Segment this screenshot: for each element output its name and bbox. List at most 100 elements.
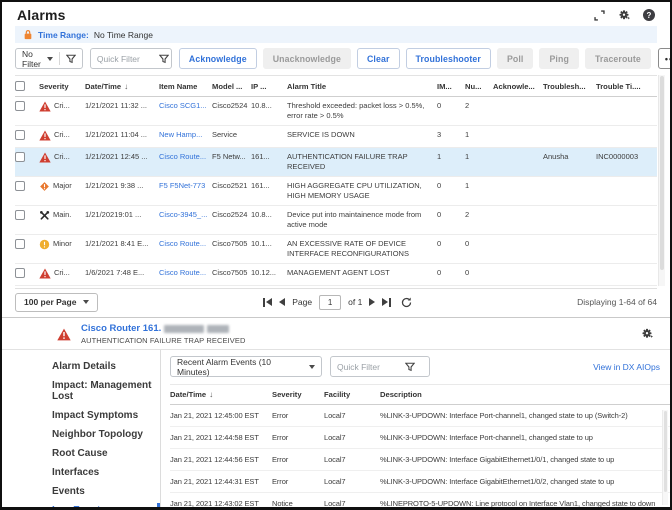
column-header-date-time[interactable]: Date/Time↓ [85, 76, 159, 96]
column-header-im---[interactable]: IM... [437, 76, 465, 96]
item-name-link[interactable]: Cisco Route... [159, 235, 212, 263]
page-number-input[interactable] [319, 295, 341, 310]
log-datetime: Jan 21, 2021 12:44:31 EST [170, 471, 272, 492]
model-class: Cisco2521 [212, 177, 251, 205]
more-actions-button[interactable]: ••• [658, 48, 672, 69]
impact-count: 3 [437, 126, 465, 147]
severity-icon [39, 101, 51, 112]
sort-descending-icon: ↓ [124, 82, 128, 91]
last-page-button[interactable] [382, 298, 391, 307]
filter-dropdown[interactable]: No Filter [15, 48, 83, 69]
column-header-severity[interactable]: Severity [39, 76, 85, 96]
alarm-title: SERVICE IS DOWN [287, 126, 437, 147]
title-bar: Alarms ? [2, 2, 670, 25]
table-row[interactable]: Major 1/21/2021 9:38 ... F5 F5Net-773 Ci… [15, 177, 657, 206]
first-page-button[interactable] [263, 298, 272, 307]
sidebar-item-neighbor-topology[interactable]: Neighbor Topology [18, 425, 160, 444]
number-count: 0 [465, 235, 493, 263]
model-class: Cisco2524 [212, 206, 251, 234]
row-checkbox[interactable] [15, 239, 25, 249]
sidebar-item-log-events[interactable]: Log Events [18, 501, 160, 510]
row-checkbox[interactable] [15, 130, 25, 140]
trouble-ticket-id [596, 126, 651, 147]
item-name-link[interactable]: Cisco SCG1... [159, 97, 212, 125]
impact-count: 0 [437, 264, 465, 285]
row-checkbox[interactable] [15, 152, 25, 162]
log-quick-filter-input[interactable] [337, 362, 401, 372]
detail-alarm-title: AUTHENTICATION FAILURE TRAP RECEIVED [81, 336, 245, 345]
acknowledge-button[interactable]: Acknowledge [179, 48, 257, 69]
item-name-link[interactable]: Cisco Route... [159, 264, 212, 285]
previous-page-button[interactable] [279, 298, 285, 306]
detail-device-link[interactable]: Cisco Router 161. [81, 323, 245, 334]
impact-count: 0 [437, 177, 465, 205]
detach-icon[interactable] [592, 8, 606, 22]
row-checkbox[interactable] [15, 181, 25, 191]
severity-icon [39, 268, 51, 279]
log-column-header-date-time[interactable]: Date/Time↓ [170, 385, 272, 404]
alarm-table: SeverityDate/Time↓Item NameModel ...IP .… [15, 75, 657, 286]
column-header-select[interactable] [15, 76, 39, 96]
column-header-troublesh---[interactable]: Troublesh... [543, 76, 596, 96]
troubleshooter-button[interactable]: Troubleshooter [406, 48, 491, 69]
log-column-header-description[interactable]: Description [380, 385, 670, 404]
column-header-model----[interactable]: Model ... [212, 76, 251, 96]
alarm-title: AUTHENTICATION FAILURE TRAP RECEIVED [287, 148, 437, 176]
column-header-trouble-ti----[interactable]: Trouble Ti.... [596, 76, 651, 96]
chevron-down-icon [83, 300, 89, 304]
sidebar-item-interfaces[interactable]: Interfaces [18, 463, 160, 482]
number-count: 1 [465, 148, 493, 176]
filter-funnel-icon [159, 54, 169, 64]
chevron-down-icon [309, 365, 315, 369]
refresh-icon[interactable] [401, 297, 412, 308]
log-vertical-scrollbar[interactable] [662, 410, 668, 505]
severity-icon [39, 181, 50, 192]
item-name-link[interactable]: Cisco Route... [159, 148, 212, 176]
row-checkbox[interactable] [15, 210, 25, 220]
log-column-header-severity[interactable]: Severity [272, 385, 324, 404]
next-page-button[interactable] [369, 298, 375, 306]
manage-filters-icon[interactable] [66, 54, 76, 64]
log-facility: Local7 [324, 405, 380, 426]
acknowledged-by [493, 177, 543, 205]
troubleshooter-name [543, 126, 596, 147]
table-row[interactable]: Cri... 1/6/2021 7:48 E... Cisco Route...… [15, 264, 657, 286]
time-range-label[interactable]: Time Range: [38, 30, 89, 40]
row-checkbox[interactable] [15, 101, 25, 111]
log-column-header-facility[interactable]: Facility [324, 385, 380, 404]
model-class: F5 Netw... [212, 148, 251, 176]
events-range-dropdown[interactable]: Recent Alarm Events (10 Minutes) [170, 356, 322, 377]
row-checkbox[interactable] [15, 268, 25, 278]
item-name-link[interactable]: Cisco-3945_... [159, 206, 212, 234]
ip-address [251, 126, 287, 147]
column-header-nu---[interactable]: Nu... [465, 76, 493, 96]
settings-gear-icon[interactable] [617, 8, 631, 22]
help-icon[interactable]: ? [642, 8, 656, 22]
poll-button: Poll [497, 48, 534, 69]
rows-per-page-dropdown[interactable]: 100 per Page [15, 293, 98, 312]
sidebar-item-alarm-details[interactable]: Alarm Details [18, 357, 160, 376]
table-row[interactable]: Main. 1/21/20219:01 ... Cisco-3945_... C… [15, 206, 657, 235]
table-row[interactable]: Cri... 1/21/2021 11:04 ... New Hamp... S… [15, 126, 657, 148]
table-row[interactable]: Cri... 1/21/2021 11:32 ... Cisco SCG1...… [15, 97, 657, 126]
sidebar-item-events[interactable]: Events [18, 482, 160, 501]
quick-filter-input[interactable] [97, 54, 155, 64]
column-header-acknowle---[interactable]: Acknowle... [493, 76, 543, 96]
detail-settings-gear-icon[interactable] [640, 327, 654, 341]
displaying-count: Displaying 1-64 of 64 [577, 297, 657, 307]
column-header-item-name[interactable]: Item Name [159, 76, 212, 96]
sidebar-item-impact--management-lost[interactable]: Impact: Management Lost [18, 376, 160, 406]
column-header-ip----[interactable]: IP ... [251, 76, 287, 96]
column-header-alarm-title[interactable]: Alarm Title [287, 76, 437, 96]
vertical-scrollbar[interactable] [658, 75, 665, 286]
table-row[interactable]: Minor 1/21/2021 8:41 E... Cisco Route...… [15, 235, 657, 264]
table-row[interactable]: Cri... 1/21/2021 12:45 ... Cisco Route..… [15, 148, 657, 177]
time-range-value: No Time Range [94, 30, 153, 40]
select-all-checkbox[interactable] [15, 81, 25, 91]
item-name-link[interactable]: New Hamp... [159, 126, 212, 147]
sidebar-item-impact--symptoms[interactable]: Impact Symptoms [18, 406, 160, 425]
sidebar-item-root-cause[interactable]: Root Cause [18, 444, 160, 463]
view-in-dx-aiops-link[interactable]: View in DX AIOps [593, 362, 660, 372]
item-name-link[interactable]: F5 F5Net-773 [159, 177, 212, 205]
clear-button[interactable]: Clear [357, 48, 400, 69]
